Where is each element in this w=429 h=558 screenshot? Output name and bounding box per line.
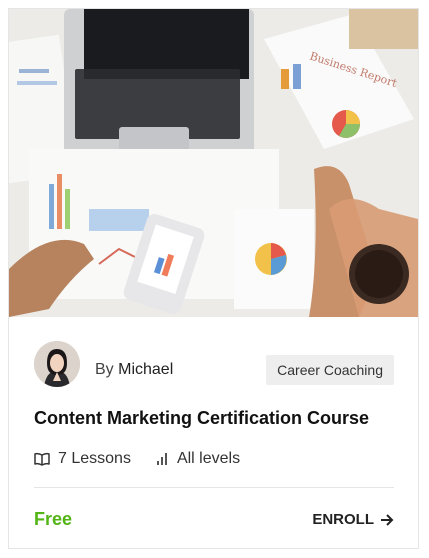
author-line: By Michael [95, 361, 173, 379]
author-avatar[interactable] [34, 341, 80, 387]
thumbnail-image: Business Report [9, 9, 418, 317]
course-info: By Michael Career Coaching Content Marke… [9, 317, 418, 548]
course-card[interactable]: Business Report By Michael Career Coachi… [8, 8, 419, 549]
course-title[interactable]: Content Marketing Certification Course [34, 408, 369, 429]
course-thumbnail[interactable]: Business Report [9, 9, 418, 317]
enroll-button[interactable]: ENROLL [312, 511, 394, 528]
arrow-right-icon [381, 513, 394, 526]
author-prefix: By [95, 361, 114, 378]
divider [34, 487, 394, 488]
enroll-label: ENROLL [312, 511, 374, 528]
course-level: All levels [155, 450, 240, 468]
lessons-count: 7 Lessons [34, 450, 131, 468]
course-meta: 7 Lessons All levels [34, 450, 240, 468]
author-name[interactable]: Michael [118, 361, 173, 378]
bar-chart-icon [156, 453, 167, 465]
open-book-icon [34, 452, 50, 466]
lessons-label: 7 Lessons [58, 450, 131, 467]
level-label: All levels [176, 450, 241, 467]
category-badge[interactable]: Career Coaching [266, 355, 394, 385]
course-price: Free [34, 509, 73, 529]
